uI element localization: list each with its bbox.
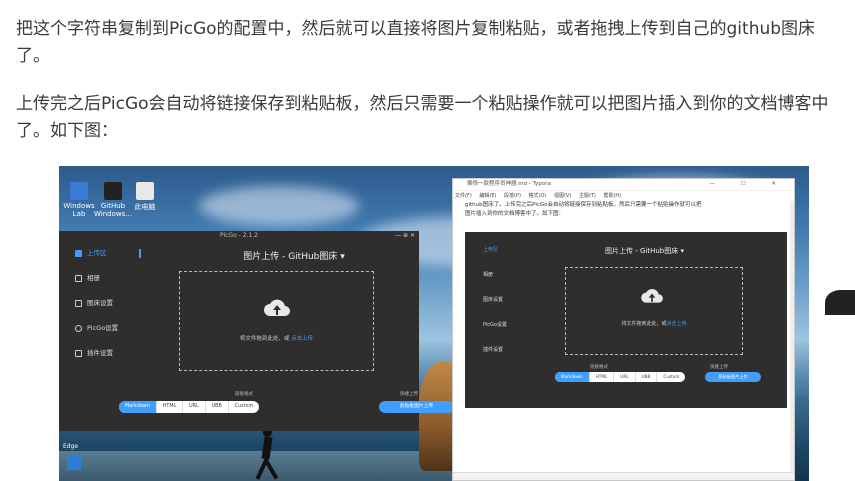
article-paragraph-2: 上传完之后PicGo会自动将链接保存到粘贴板，然后只需要一个粘贴操作就可以把图片… xyxy=(16,94,829,141)
clipboard-upload-button[interactable]: 剪贴板图片上传 xyxy=(379,401,454,413)
format-label: 链接格式 xyxy=(235,392,253,397)
runner-silhouette xyxy=(255,428,279,481)
typora-menubar: 文件(F) 编辑(E) 段落(P) 格式(O) 视图(V) 主题(T) 帮助(H… xyxy=(453,191,794,201)
nav-picbed-settings[interactable]: 图床设置 xyxy=(59,291,169,316)
menu-help[interactable]: 帮助(H) xyxy=(603,193,621,199)
typora-window-controls[interactable]: — ☐ ✕ xyxy=(709,179,788,190)
article-paragraph-1: 把这个字符串复制到PicGo的配置中，然后就可以直接将图片复制粘贴，或者拖拽上传… xyxy=(16,19,816,66)
format-ubb[interactable]: UBB xyxy=(204,401,228,413)
upload-icon xyxy=(75,250,82,257)
picgo-main: 图片上传 - GitHub图床 ▾ 将文件拖到此处，或 点击上传 链接格式 Ma… xyxy=(119,241,454,431)
inner-format-selector: Markdown HTML URL UBB Custom xyxy=(555,372,686,382)
typora-titlebar: 懒惰一款程序员神器.md - Typora — ☐ ✕ xyxy=(453,179,794,191)
menu-format[interactable]: 格式(O) xyxy=(529,193,547,199)
desktop-icon-3[interactable]: 此电脑 xyxy=(125,182,165,212)
inner-cloud-upload-icon xyxy=(641,288,663,303)
cloud-upload-icon xyxy=(264,299,290,316)
active-indicator xyxy=(139,249,141,258)
gear-icon xyxy=(75,325,82,332)
nav-plugin-settings[interactable]: 插件设置 xyxy=(59,341,169,366)
menu-paragraph[interactable]: 段落(P) xyxy=(504,193,521,199)
nav-upload[interactable]: 上传区 xyxy=(59,241,169,266)
typora-statusbar xyxy=(453,472,794,480)
format-custom[interactable]: Custom xyxy=(227,401,259,413)
picgo-heading[interactable]: 图片上传 - GitHub图床 ▾ xyxy=(169,249,419,262)
menu-theme[interactable]: 主题(T) xyxy=(579,193,596,199)
grid-icon xyxy=(75,300,82,307)
typora-text-2[interactable]: 图片插入到你的文档博客中了。如下图： xyxy=(453,210,794,219)
click-upload-link[interactable]: 点击上传 xyxy=(291,336,313,342)
inner-sidebar: 上传区 相册 图床设置 PicGo设置 插件设置 xyxy=(483,247,507,353)
drop-hint: 将文件拖到此处，或 点击上传 xyxy=(239,336,314,342)
picgo-window-controls[interactable]: — ⊕ ✕ xyxy=(395,231,415,241)
album-icon xyxy=(75,275,82,282)
typora-text-1[interactable]: github图床了。上传完之后PicGo会自动将链接保存到粘贴板，然后只需要一个… xyxy=(453,201,794,210)
picgo-titlebar: PicGo - 2.1.2 — ⊕ ✕ xyxy=(219,231,415,241)
taskbar-app-icon[interactable] xyxy=(67,456,81,470)
menu-view[interactable]: 视图(V) xyxy=(554,193,571,199)
nav-album[interactable]: 相册 xyxy=(59,266,169,291)
inner-heading: 图片上传 - GitHub图床 ▾ xyxy=(605,247,684,255)
format-selector[interactable]: Markdown HTML URL UBB Custom xyxy=(119,401,260,413)
format-markdown[interactable]: Markdown xyxy=(119,401,156,413)
share-icon xyxy=(75,350,82,357)
picgo-window: PicGo - 2.1.2 — ⊕ ✕ 上传区 相册 图床设置 PicGo设置 xyxy=(59,231,454,431)
taskbar-area: Edge xyxy=(59,443,99,481)
typora-window: 懒惰一款程序员神器.md - Typora — ☐ ✕ 文件(F) 编辑(E) … xyxy=(452,178,795,481)
inner-dropzone: 将文件拖到此处，或点击上传 xyxy=(565,267,743,355)
typora-scrollbar[interactable] xyxy=(790,201,794,474)
quick-upload-label: 快捷上传 xyxy=(400,392,418,397)
embedded-screenshot: Windows Lab GitHub Windows... 此电脑 PicGo … xyxy=(59,166,809,481)
nav-picgo-settings[interactable]: PicGo设置 xyxy=(59,316,169,341)
taskbar-label: Edge xyxy=(63,443,79,450)
typora-embedded-picgo: 上传区 相册 图床设置 PicGo设置 插件设置 图片上传 - GitHub图床… xyxy=(465,232,787,408)
floating-corner-icon[interactable] xyxy=(825,290,855,315)
menu-file[interactable]: 文件(F) xyxy=(455,193,472,199)
format-html[interactable]: HTML xyxy=(155,401,182,413)
format-url[interactable]: URL xyxy=(182,401,205,413)
inner-clipboard-upload-button: 剪贴板图片上传 xyxy=(705,372,761,382)
picgo-dropzone[interactable]: 将文件拖到此处，或 点击上传 xyxy=(179,271,374,371)
menu-edit[interactable]: 编辑(E) xyxy=(479,193,496,199)
